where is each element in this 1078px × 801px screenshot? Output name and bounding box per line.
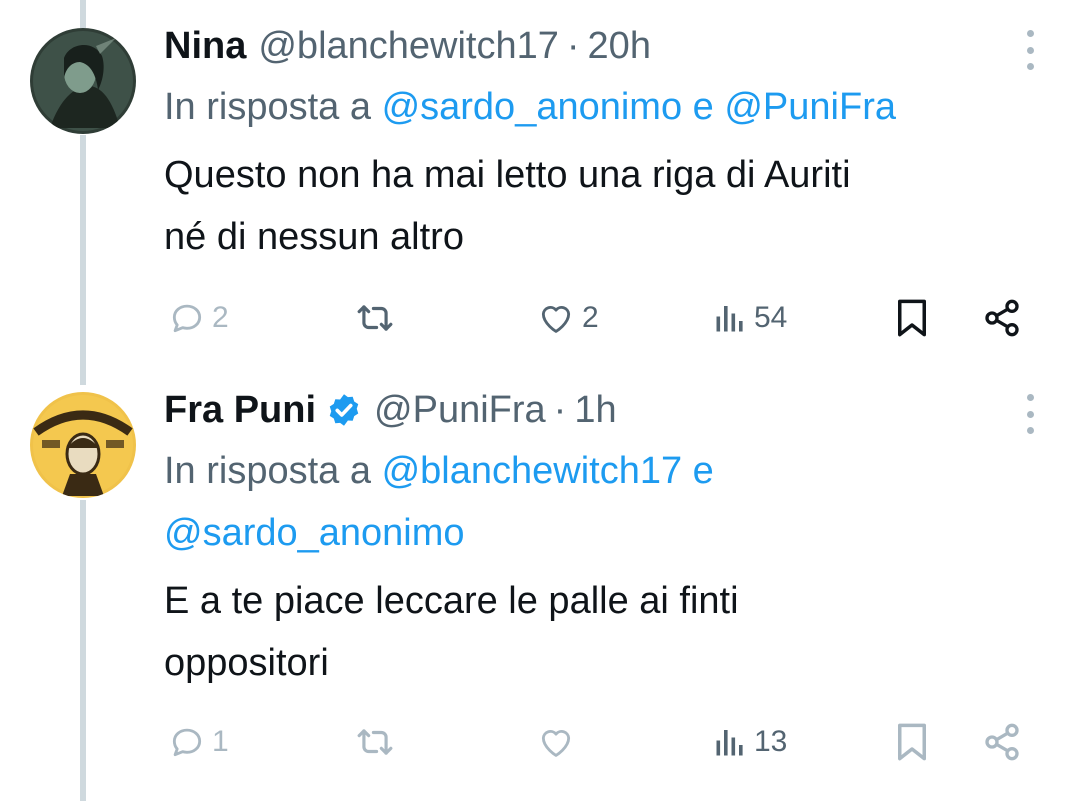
mention-link[interactable]: @PuniFra bbox=[724, 86, 896, 128]
separator-dot: · bbox=[566, 25, 580, 67]
more-options-icon[interactable] bbox=[1022, 30, 1038, 70]
like-count: 2 bbox=[582, 301, 599, 334]
user-handle[interactable]: @PuniFra bbox=[374, 388, 546, 432]
reply-count: 1 bbox=[212, 725, 229, 758]
reply-context: In risposta a @sardo_anonimo e @PuniFra bbox=[164, 76, 896, 138]
tweet-text-line: oppositori bbox=[164, 642, 329, 684]
verified-badge-icon bbox=[329, 394, 359, 426]
retweet-button[interactable] bbox=[354, 294, 396, 342]
like-button[interactable] bbox=[536, 718, 576, 766]
bookmark-button[interactable] bbox=[894, 294, 930, 342]
heart-icon bbox=[541, 730, 571, 757]
reply-icon bbox=[172, 728, 202, 757]
tweet-text: E a te piace leccare le palle ai finti o… bbox=[164, 570, 1044, 694]
action-bar: 1 13 bbox=[0, 718, 1078, 766]
display-name[interactable]: Fra Puni bbox=[164, 388, 316, 432]
bookmark-icon bbox=[898, 723, 926, 761]
share-icon bbox=[985, 723, 1019, 761]
tweet-text-line: E a te piace leccare le palle ai finti bbox=[164, 580, 739, 622]
retweet-icon bbox=[357, 305, 393, 331]
retweet-button[interactable] bbox=[354, 718, 396, 766]
timestamp[interactable]: 20h bbox=[588, 24, 651, 68]
share-button[interactable] bbox=[982, 294, 1022, 342]
mention-link[interactable]: @blanchewitch17 bbox=[382, 450, 683, 492]
display-name[interactable]: Nina bbox=[164, 24, 246, 68]
tweet-text-line: né di nessun altro bbox=[164, 216, 464, 258]
reply-prefix: In risposta a bbox=[164, 86, 371, 128]
mention-link[interactable]: @sardo_anonimo bbox=[164, 512, 465, 554]
user-handle[interactable]: @blanchewitch17 bbox=[258, 24, 559, 68]
reply-joiner: e bbox=[692, 450, 714, 492]
action-bar: 2 2 54 bbox=[0, 294, 1078, 342]
reply-button[interactable]: 1 bbox=[168, 718, 229, 766]
tweet-text: Questo non ha mai letto una riga di Auri… bbox=[164, 144, 1044, 268]
tweet-header: Fra Puni @PuniFra · 1h bbox=[164, 388, 617, 432]
view-count: 54 bbox=[754, 301, 788, 334]
bookmark-icon bbox=[898, 299, 926, 337]
share-icon bbox=[985, 299, 1019, 337]
reply-context: In risposta a @blanchewitch17 e @sardo_a… bbox=[164, 440, 1044, 564]
mention-link[interactable]: @sardo_anonimo bbox=[382, 86, 683, 128]
share-button[interactable] bbox=[982, 718, 1022, 766]
more-options-icon[interactable] bbox=[1022, 394, 1038, 434]
like-button[interactable]: 2 bbox=[536, 294, 599, 342]
bookmark-button[interactable] bbox=[894, 718, 930, 766]
tweet-header: Nina @blanchewitch17 · 20h bbox=[164, 24, 651, 68]
views-button[interactable]: 54 bbox=[712, 294, 787, 342]
reply-joiner: e bbox=[692, 86, 714, 128]
tweet-text-line: Questo non ha mai letto una riga di Auri… bbox=[164, 154, 851, 196]
reply-icon bbox=[172, 304, 202, 333]
avatar[interactable] bbox=[30, 392, 136, 498]
retweet-icon bbox=[357, 729, 393, 755]
reply-prefix: In risposta a bbox=[164, 450, 371, 492]
avatar[interactable] bbox=[30, 28, 136, 134]
tweet-fra-puni[interactable]: Fra Puni @PuniFra · 1h In risposta a @bl… bbox=[0, 388, 1078, 801]
timestamp[interactable]: 1h bbox=[574, 388, 616, 432]
views-button[interactable]: 13 bbox=[712, 718, 787, 766]
reply-button[interactable]: 2 bbox=[168, 294, 229, 342]
heart-icon bbox=[541, 306, 571, 333]
separator-dot: · bbox=[553, 389, 567, 431]
reply-count: 2 bbox=[212, 301, 229, 334]
views-icon bbox=[716, 730, 743, 756]
view-count: 13 bbox=[754, 725, 788, 758]
tweet-nina[interactable]: Nina @blanchewitch17 · 20h In risposta a… bbox=[0, 24, 1078, 354]
views-icon bbox=[716, 306, 743, 332]
